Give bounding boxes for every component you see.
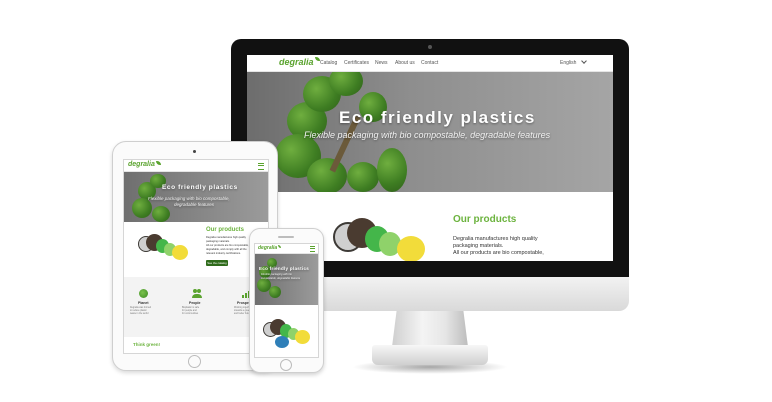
product-roll-yellow [397, 236, 425, 261]
tablet-products-text: packaging materials. [206, 240, 230, 243]
product-roll-yellow [172, 245, 188, 260]
desktop-hero: Eco friendly plastics Flexible packaging… [247, 72, 613, 192]
tree-canopy [152, 206, 170, 222]
hamburger-menu-icon[interactable] [258, 163, 264, 170]
tree-canopy [329, 72, 363, 96]
tree-canopy [132, 198, 152, 218]
tablet-footer-title: Think green! [133, 342, 161, 347]
feature-text: Bioplastic is safe [182, 307, 200, 309]
phone-hero-subtitle: compostable, degradable features [261, 277, 301, 280]
imac-stand-foot [372, 345, 488, 365]
product-roll-yellow [295, 330, 310, 344]
tablet-products-text: Degralia manufactures high quality [206, 236, 246, 239]
tablet-products-text: All our products are bio compostable, [206, 244, 249, 247]
home-button-icon[interactable] [280, 359, 292, 371]
tablet-features-section: Planet Degralia was formed to reduce pla… [124, 277, 268, 337]
tablet-navbar: degralia [124, 160, 268, 172]
tablet-products-title: Our products [206, 227, 245, 233]
feature-text: waste in the world [130, 313, 149, 315]
feature-text: for communities [182, 313, 199, 315]
product-roll-blue [275, 336, 289, 348]
camera-icon [193, 150, 196, 153]
phone-screen: degralia Eco friendly plastics Flexible … [254, 243, 319, 358]
desktop-hero-subtitle: Flexible packaging with bio compostable,… [304, 130, 551, 140]
tablet-hero-subtitle: degradable features [174, 202, 215, 207]
desktop-logo[interactable]: degralia [279, 57, 320, 67]
leaf-icon [155, 161, 161, 165]
feature-text: Degralia was formed [130, 307, 152, 309]
phone-hero: Eco friendly plastics Flexible packaging… [255, 254, 318, 305]
feature-title: People [189, 301, 201, 305]
desktop-products-title: Our products [453, 214, 517, 225]
tablet-hero-subtitle: Flexible packaging with bio compostable, [148, 196, 230, 201]
globe-icon [139, 289, 148, 298]
nav-certificates[interactable]: Certificates [344, 60, 369, 66]
tree-canopy [269, 286, 281, 298]
tablet-hero: Eco friendly plastics Flexible packaging… [124, 172, 268, 222]
tablet-products-section: Our products Degralia manufactures high … [124, 222, 268, 277]
nav-catalog[interactable]: Catalog [320, 60, 337, 66]
tablet-products-text: degradable, and comply with all the [206, 248, 247, 251]
tree-canopy [377, 148, 407, 192]
speaker-icon [278, 236, 294, 238]
desktop-products-text: All our products are bio compostable, [453, 250, 544, 256]
leaf-icon [314, 57, 320, 61]
nav-news[interactable]: News [375, 60, 388, 66]
phone-logo[interactable]: degralia [258, 245, 282, 251]
people-icon [192, 289, 202, 298]
feature-title: Planet [138, 301, 149, 305]
tablet-products-text: relevant industry certifications. [206, 252, 241, 255]
camera-icon [428, 45, 432, 49]
imac-stand-neck [392, 311, 468, 347]
see-catalog-button[interactable]: See the catalog [206, 260, 228, 266]
chevron-down-icon [580, 58, 587, 64]
nav-about-us[interactable]: About us [395, 60, 415, 66]
leaf-icon [278, 245, 282, 248]
phone-products-section [255, 306, 318, 357]
phone-hero-subtitle: Flexible packaging with bio [261, 273, 292, 276]
feature-text: for people and [182, 310, 197, 312]
home-button-icon[interactable] [188, 355, 201, 368]
tree-canopy [347, 162, 379, 192]
tablet-hero-title: Eco friendly plastics [162, 184, 238, 191]
phone-navbar: degralia [255, 244, 318, 254]
tree-canopy [307, 158, 347, 192]
tablet-logo[interactable]: degralia [128, 161, 161, 168]
desktop-hero-title: Eco friendly plastics [339, 108, 536, 127]
hamburger-menu-icon[interactable] [310, 246, 315, 252]
feature-text: to reduce plastic [130, 310, 147, 312]
desktop-navbar: degralia Catalog Certificates News About… [247, 55, 613, 72]
phone-frame: degralia Eco friendly plastics Flexible … [249, 228, 324, 373]
nav-contact[interactable]: Contact [421, 60, 438, 66]
phone-hero-title: Eco friendly plastics [259, 266, 310, 271]
language-select[interactable]: English [560, 58, 587, 66]
tablet-screen: degralia Eco friendly plastics Flexible … [123, 159, 269, 354]
